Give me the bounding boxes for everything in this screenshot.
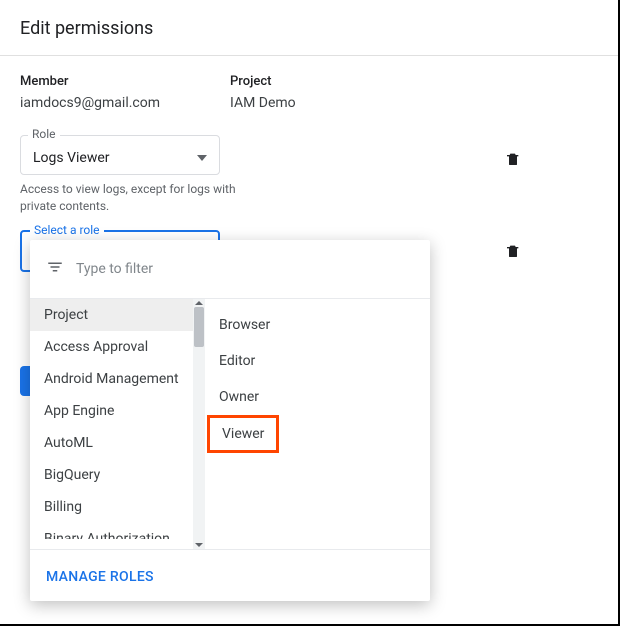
scroll-thumb[interactable] [194, 307, 204, 347]
trash-icon [505, 150, 521, 168]
delete-role-button[interactable] [505, 242, 521, 264]
trash-icon [505, 242, 521, 260]
service-item[interactable]: App Engine [30, 395, 205, 427]
service-item[interactable]: Billing [30, 491, 205, 523]
role-helper: Access to view logs, except for logs wit… [20, 181, 270, 215]
service-item[interactable]: AutoML [30, 427, 205, 459]
chevron-down-icon [197, 155, 207, 161]
role-dropdown[interactable]: Logs Viewer [20, 135, 220, 175]
role-value: Logs Viewer [33, 150, 110, 166]
role-item-editor[interactable]: Editor [205, 343, 430, 379]
role-item-browser[interactable]: Browser [205, 307, 430, 343]
page-title: Edit permissions [0, 0, 618, 55]
delete-role-button[interactable] [505, 150, 521, 172]
role-picker-popover: Project Access Approval Android Manageme… [30, 240, 430, 601]
scroll-up-icon [195, 301, 203, 305]
scrollbar[interactable] [193, 299, 205, 549]
service-item[interactable]: Binary Authorization [30, 523, 205, 539]
manage-roles-link[interactable]: MANAGE ROLES [46, 569, 154, 585]
project-label: Project [230, 74, 296, 89]
service-list[interactable]: Project Access Approval Android Manageme… [30, 299, 205, 549]
select-role-label: Select a role [30, 223, 104, 237]
primary-button-edge [20, 366, 30, 396]
filter-icon [46, 258, 74, 280]
role-filter-input[interactable] [74, 260, 414, 278]
service-item[interactable]: Android Management [30, 363, 205, 395]
role-item-viewer[interactable]: Viewer [207, 415, 279, 453]
service-item-project[interactable]: Project [30, 299, 205, 331]
role-label: Role [28, 127, 60, 141]
project-value: IAM Demo [230, 95, 296, 111]
service-item[interactable]: BigQuery [30, 459, 205, 491]
member-value: iamdocs9@gmail.com [20, 95, 160, 111]
role-list: Browser Editor Owner Viewer [205, 299, 430, 549]
member-label: Member [20, 74, 160, 89]
scroll-down-icon [195, 543, 203, 547]
role-item-owner[interactable]: Owner [205, 379, 430, 415]
service-item[interactable]: Access Approval [30, 331, 205, 363]
